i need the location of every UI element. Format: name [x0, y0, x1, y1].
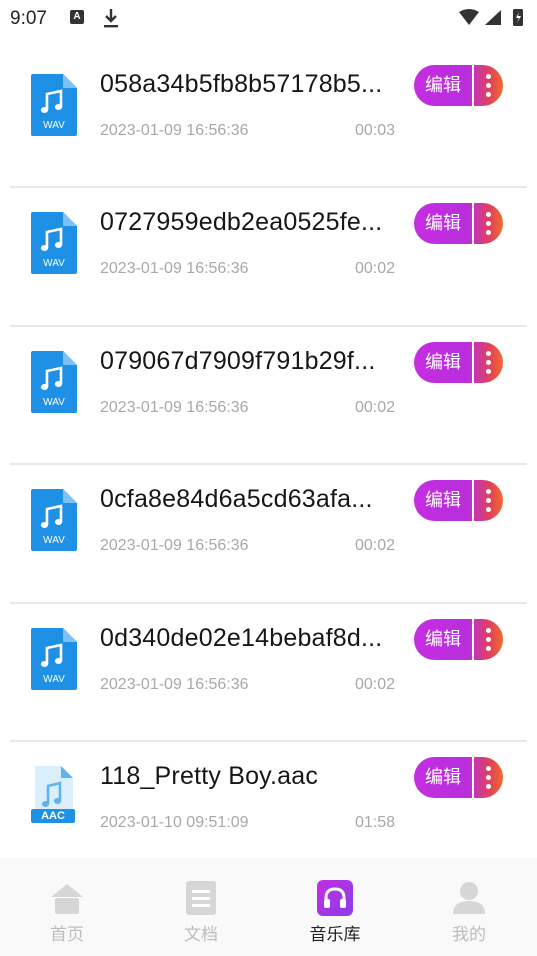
tab-label: 我的 [452, 925, 486, 944]
file-row[interactable]: WAV 0cfa8e84d6a5cd63afa... 2023-01-09 16:5… [0, 465, 537, 604]
edit-button[interactable]: 编辑 [414, 65, 472, 106]
more-dot-icon [486, 230, 491, 236]
tab-mine[interactable]: 我的 [402, 858, 536, 956]
file-type-label: WAV [43, 535, 65, 547]
file-type-label: WAV [43, 120, 65, 131]
action-pill: 编辑 [414, 480, 503, 522]
aac-file-icon: AAC [27, 764, 79, 830]
file-duration: 01:58 [355, 813, 396, 831]
file-row[interactable]: WAV 058a34b5fb8b57178b5... 2023-01-09 16:5… [0, 50, 537, 189]
more-dot-icon [486, 74, 491, 79]
more-dot-icon [486, 498, 491, 504]
file-type-label: WAV [43, 258, 65, 270]
more-options-button[interactable] [474, 480, 503, 521]
status-time: 9:07 [10, 8, 47, 29]
file-row[interactable]: WAV 0727959edb2ea0525fe... 2023-01-09 16:5… [0, 188, 537, 327]
tab-music-library[interactable]: 音乐库 [268, 858, 402, 956]
tab-home[interactable]: 首页 [0, 858, 134, 956]
more-options-button[interactable] [474, 342, 503, 383]
file-date: 2023-01-09 16:56:36 [100, 122, 249, 139]
tab-label: 文档 [184, 925, 218, 944]
download-icon [104, 9, 118, 28]
file-date: 2023-01-09 16:56:36 [100, 537, 249, 555]
bottom-tab-bar: 首页 文档 音乐库 我的 [0, 858, 537, 956]
more-dot-icon [486, 489, 491, 495]
more-dot-icon [486, 636, 491, 642]
more-options-button[interactable] [474, 65, 503, 106]
file-row[interactable]: WAV 079067d7909f791b29f... 2023-01-09 16:5… [0, 327, 537, 466]
status-bar: 9:07 A [0, 0, 537, 38]
tab-label: 首页 [50, 925, 84, 944]
more-dot-icon [486, 368, 491, 374]
home-icon [49, 880, 85, 916]
more-dot-icon [486, 774, 491, 780]
action-pill: 编辑 [414, 65, 503, 106]
file-type-label: WAV [43, 673, 65, 685]
file-duration: 00:02 [355, 537, 396, 555]
file-type-label: AAC [41, 809, 65, 822]
edit-button[interactable]: 编辑 [414, 619, 472, 660]
wav-file-icon: WAV [27, 487, 79, 553]
file-date: 2023-01-09 16:56:36 [100, 675, 249, 693]
file-duration: 00:02 [355, 398, 396, 416]
notification-a-icon: A [70, 10, 84, 24]
headphones-icon [317, 880, 353, 916]
edit-button[interactable]: 编辑 [414, 757, 472, 798]
status-indicators [459, 9, 523, 26]
action-pill: 编辑 [414, 341, 503, 383]
file-date: 2023-01-09 16:56:36 [100, 260, 249, 278]
file-row[interactable]: WAV 0d340de02e14bebaf8d... 2023-01-09 16:5… [0, 604, 537, 742]
tab-label: 音乐库 [309, 925, 361, 944]
more-dot-icon [486, 507, 491, 513]
file-duration: 00:02 [355, 260, 396, 278]
more-dot-icon [486, 359, 491, 365]
more-dot-icon [486, 350, 491, 356]
more-dot-icon [486, 212, 491, 218]
file-name: 0727959edb2ea0525fe... [100, 208, 383, 237]
edit-button[interactable]: 编辑 [414, 342, 472, 383]
file-type-label: WAV [43, 396, 65, 408]
file-name: 118_Pretty Boy.aac [100, 761, 319, 790]
more-options-button[interactable] [474, 619, 503, 660]
file-date: 2023-01-09 16:56:36 [100, 398, 249, 416]
file-duration: 00:03 [355, 122, 396, 139]
file-name: 079067d7909f791b29f... [100, 346, 376, 375]
wav-file-icon: WAV [27, 349, 79, 415]
user-icon [451, 880, 487, 916]
file-name: 0d340de02e14bebaf8d... [100, 623, 383, 652]
more-dot-icon [486, 765, 491, 771]
file-date: 2023-01-10 09:51:09 [100, 813, 249, 831]
edit-button[interactable]: 编辑 [414, 203, 472, 244]
wav-file-icon: WAV [27, 72, 79, 138]
more-options-button[interactable] [474, 757, 503, 798]
more-dot-icon [486, 92, 491, 97]
wifi-icon [459, 9, 479, 25]
file-list[interactable]: WAV 058a34b5fb8b57178b5... 2023-01-09 16:5… [0, 50, 537, 881]
file-name: 0cfa8e84d6a5cd63afa... [100, 485, 373, 514]
more-options-button[interactable] [474, 203, 503, 244]
file-name: 058a34b5fb8b57178b5... [100, 70, 383, 98]
action-pill: 编辑 [414, 203, 503, 245]
more-dot-icon [486, 83, 491, 88]
tab-docs[interactable]: 文档 [134, 858, 268, 956]
more-dot-icon [486, 627, 491, 633]
action-pill: 编辑 [414, 756, 503, 798]
wav-file-icon: WAV [27, 210, 79, 276]
more-dot-icon [486, 645, 491, 651]
more-dot-icon [486, 221, 491, 227]
edit-button[interactable]: 编辑 [414, 480, 472, 521]
more-dot-icon [486, 783, 491, 789]
wav-file-icon: WAV [27, 626, 79, 692]
action-pill: 编辑 [414, 618, 503, 660]
file-duration: 00:02 [355, 675, 396, 693]
document-icon [183, 880, 219, 916]
signal-icon [485, 10, 501, 25]
